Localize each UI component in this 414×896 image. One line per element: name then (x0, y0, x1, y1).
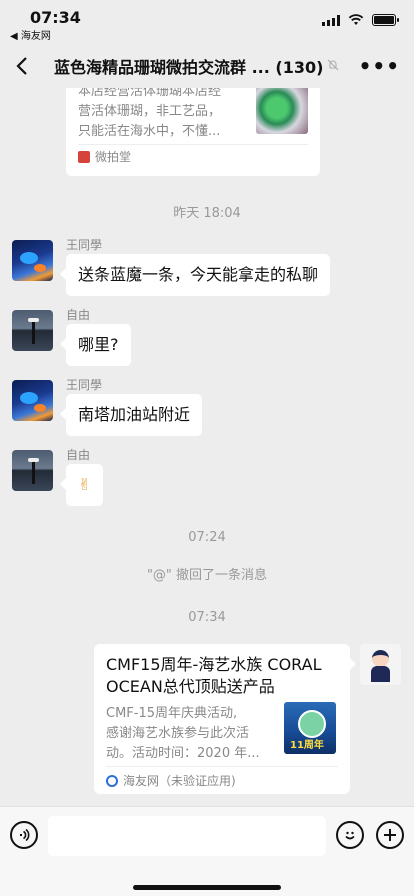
sender-name: 自由 (66, 448, 91, 462)
chat-header: 蓝色海精品珊瑚微拍交流群 ... (130) ••• (0, 44, 414, 88)
status-time: 07:34 (30, 8, 81, 27)
divider (78, 144, 308, 145)
link-card-source: 海友网（未验证应用) (106, 772, 236, 789)
more-options-button[interactable]: ••• (359, 54, 400, 78)
home-indicator (133, 885, 281, 890)
message-bubble[interactable]: 送条蓝魔一条，今天能拿走的私聊 (59, 254, 331, 296)
battery-icon (372, 14, 399, 26)
input-bar (0, 806, 414, 896)
link-card-thumbnail (256, 88, 308, 134)
avatar[interactable] (12, 450, 53, 491)
link-card-title: CMF15周年-海艺水族 CORAL OCEAN总代顶贴送产品 (106, 655, 322, 696)
avatar[interactable] (12, 380, 53, 421)
plus-icon (384, 829, 396, 841)
voice-button[interactable] (10, 821, 38, 849)
status-icons (322, 14, 399, 26)
mute-bell-icon (327, 59, 339, 74)
emoji-icon (345, 831, 355, 840)
plus-button[interactable] (376, 821, 404, 849)
timestamp: 07:34 (188, 610, 226, 625)
emoji-button[interactable] (336, 821, 364, 849)
link-card-source: 微拍堂 (78, 148, 131, 165)
status-bar: 07:34 ◀ 海友网 (0, 0, 414, 44)
sender-name: 王同學 (66, 378, 103, 392)
group-name: 蓝色海精品珊瑚微拍交流群 ... (54, 58, 270, 77)
timestamp: 07:24 (188, 530, 226, 545)
voice-icon (20, 828, 30, 842)
avatar[interactable] (12, 240, 53, 281)
avatar[interactable] (12, 310, 53, 351)
cell-signal-icon (322, 14, 340, 26)
wifi-icon (348, 14, 364, 25)
haiyouwang-icon (106, 774, 118, 787)
my-avatar[interactable] (360, 644, 401, 685)
message-bubble[interactable]: ✌ (59, 464, 104, 506)
chevron-left-icon (16, 57, 27, 75)
chat-title: 蓝色海精品珊瑚微拍交流群 ... (130) (54, 54, 323, 78)
shared-link-card[interactable]: CMF15周年-海艺水族 CORAL OCEAN总代顶贴送产品 CMF-15周年… (94, 644, 356, 794)
shared-link-card[interactable]: 本店经营活体珊瑚本店经 营活体珊瑚，非工艺品， 只能活在海水中，不懂... 微拍… (66, 88, 320, 176)
sender-name: 自由 (66, 308, 91, 322)
member-count: (130) (275, 58, 324, 77)
divider (106, 766, 338, 767)
message-bubble[interactable]: 南塔加油站附近 (59, 394, 203, 436)
message-list[interactable]: 本店经营活体珊瑚本店经 营活体珊瑚，非工艺品， 只能活在海水中，不懂... 微拍… (0, 88, 414, 806)
message-bubble[interactable]: 哪里? (60, 324, 131, 366)
sender-name: 王同學 (66, 238, 103, 252)
link-card-description: 本店经营活体珊瑚本店经 营活体珊瑚，非工艺品， 只能活在海水中，不懂... (78, 88, 222, 139)
link-card-description: CMF-15周年庆典活动, 感谢海艺水族参与此次活 动。活动时间：2020 年.… (106, 706, 260, 761)
back-to-app-link[interactable]: ◀ 海友网 (10, 27, 51, 42)
weipaitang-icon (78, 150, 90, 163)
timestamp: 昨天 18:04 (173, 206, 241, 221)
thumbnail-badge: 11周年 (290, 740, 324, 751)
message-input[interactable] (48, 816, 326, 856)
back-button[interactable] (0, 44, 44, 88)
recall-notice: "@" 撤回了一条消息 (146, 568, 268, 583)
